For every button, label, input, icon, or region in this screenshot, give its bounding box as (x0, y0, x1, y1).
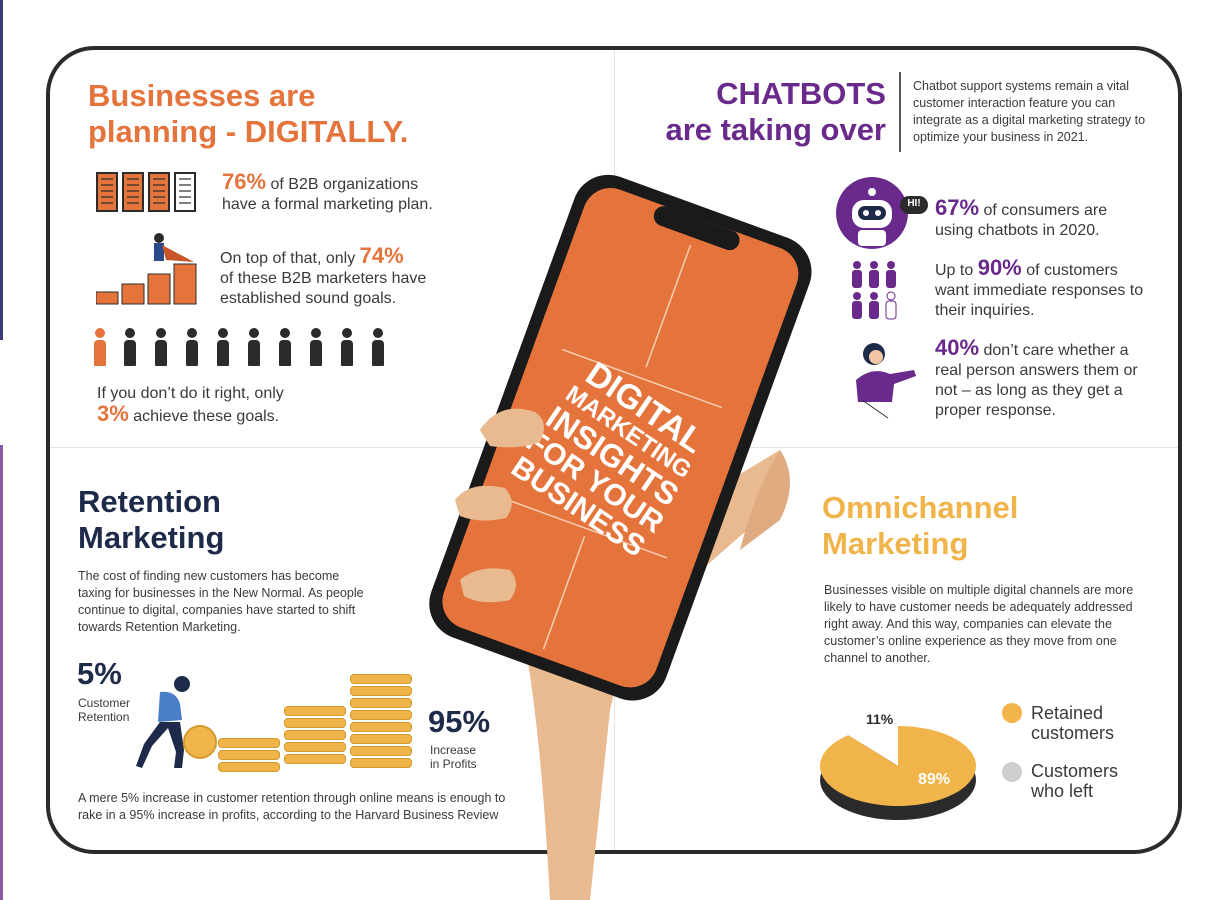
pie-label-retained: 89% (918, 771, 950, 788)
q2-title-line2: are taking over (665, 112, 886, 147)
q3-left-pct: 5% (77, 656, 122, 691)
q2-stat3: 40% don’t care whether a real person ans… (935, 335, 1138, 421)
robot-icon (836, 177, 928, 249)
q2-stat2-text-a: Up to (935, 262, 974, 279)
left-edge-accent-lower (0, 445, 3, 900)
legend-retained: Retained customers (1031, 703, 1114, 743)
q1-stat3: If you don’t do it right, only 3% achiev… (97, 384, 284, 427)
woman-pointing-icon (856, 343, 916, 419)
q2-stat3-pct: 40% (935, 335, 980, 360)
legend-left: Customers who left (1031, 761, 1118, 801)
q1-stat2-text-a: On top of that, only (220, 250, 356, 267)
q3-body: The cost of finding new customers has be… (78, 569, 364, 634)
q2-stat3-text-d: proper response. (935, 402, 1056, 419)
q2-stat1: 67% of consumers are using chatbots in 2… (935, 195, 1108, 241)
q1-title-line1: Businesses are (88, 78, 316, 113)
q2-stat2-text-c: want immediate responses to (935, 282, 1144, 299)
q4-title-line1: Omnichannel (822, 490, 1019, 525)
q1-title-line2: planning - DIGITALLY. (88, 114, 409, 149)
q2-stat3-text-c: not – as long as they get a (935, 382, 1123, 399)
phone-in-hand-illustration: DIGITAL MARKETING INSIGHTS FOR YOUR BUSI… (429, 174, 812, 900)
q3-title-line1: Retention (78, 484, 221, 519)
q4-body: Businesses visible on multiple digital c… (824, 583, 1134, 665)
q2-stat3-text-a: don’t care whether a (983, 342, 1129, 359)
q1-stat3-text-b: achieve these goals. (133, 408, 280, 425)
q4-title: Omnichannel Marketing (822, 490, 1018, 562)
q4-title-line2: Marketing (822, 526, 969, 561)
legend-left-b: who left (1031, 781, 1094, 801)
q2-intro: Chatbot support systems remain a vital c… (913, 79, 1146, 144)
q2-stat2-text-b: of customers (1026, 262, 1118, 279)
q3-left-label: Customer Retention (78, 696, 130, 724)
q1-title: Businesses are planning - DIGITALLY. (88, 78, 408, 150)
robot-hi-bubble: HI! (907, 198, 921, 209)
q1-stat3-pct: 3% (97, 401, 129, 426)
q2-stat2: Up to 90% of customers want immediate re… (935, 255, 1144, 321)
people-row-icon (94, 328, 394, 368)
pie-label-left: 11% (866, 711, 894, 727)
growth-bars-icon (96, 233, 197, 305)
q2-stat1-pct: 67% (935, 195, 980, 220)
q2-title: CHATBOTS are taking over (640, 76, 886, 148)
q2-title-divider (899, 72, 901, 152)
legend-dot-retained (1002, 703, 1022, 723)
legend-left-a: Customers (1031, 761, 1119, 781)
buildings-icon (96, 172, 200, 217)
q3-title: Retention Marketing (78, 484, 224, 556)
q3-title-line2: Marketing (78, 520, 225, 555)
legend-dot-left (1002, 762, 1022, 782)
legend-retained-a: Retained (1031, 703, 1104, 723)
q2-stat2-pct: 90% (977, 255, 1022, 280)
left-edge-accent (0, 0, 3, 340)
customers-group-icon (852, 261, 897, 320)
q2-stat1-text-a: of consumers are (983, 202, 1108, 219)
q2-title-line1: CHATBOTS (716, 76, 886, 111)
q3-left-label-a: Customer (78, 696, 131, 710)
q2-stat2-text-d: their inquiries. (935, 302, 1035, 319)
q2-stat3-text-b: real person answers them or (935, 362, 1138, 379)
person-pushing-coin-icon (136, 676, 217, 768)
legend-retained-b: customers (1031, 723, 1115, 743)
q1-stat1-pct: 76% (222, 169, 267, 194)
retention-pie-chart: 89% 11% (820, 711, 976, 820)
pie-slice-retained (820, 726, 976, 806)
q2-stat1-text-b: using chatbots in 2020. (935, 222, 1100, 239)
q3-left-label-b: Retention (78, 710, 130, 724)
